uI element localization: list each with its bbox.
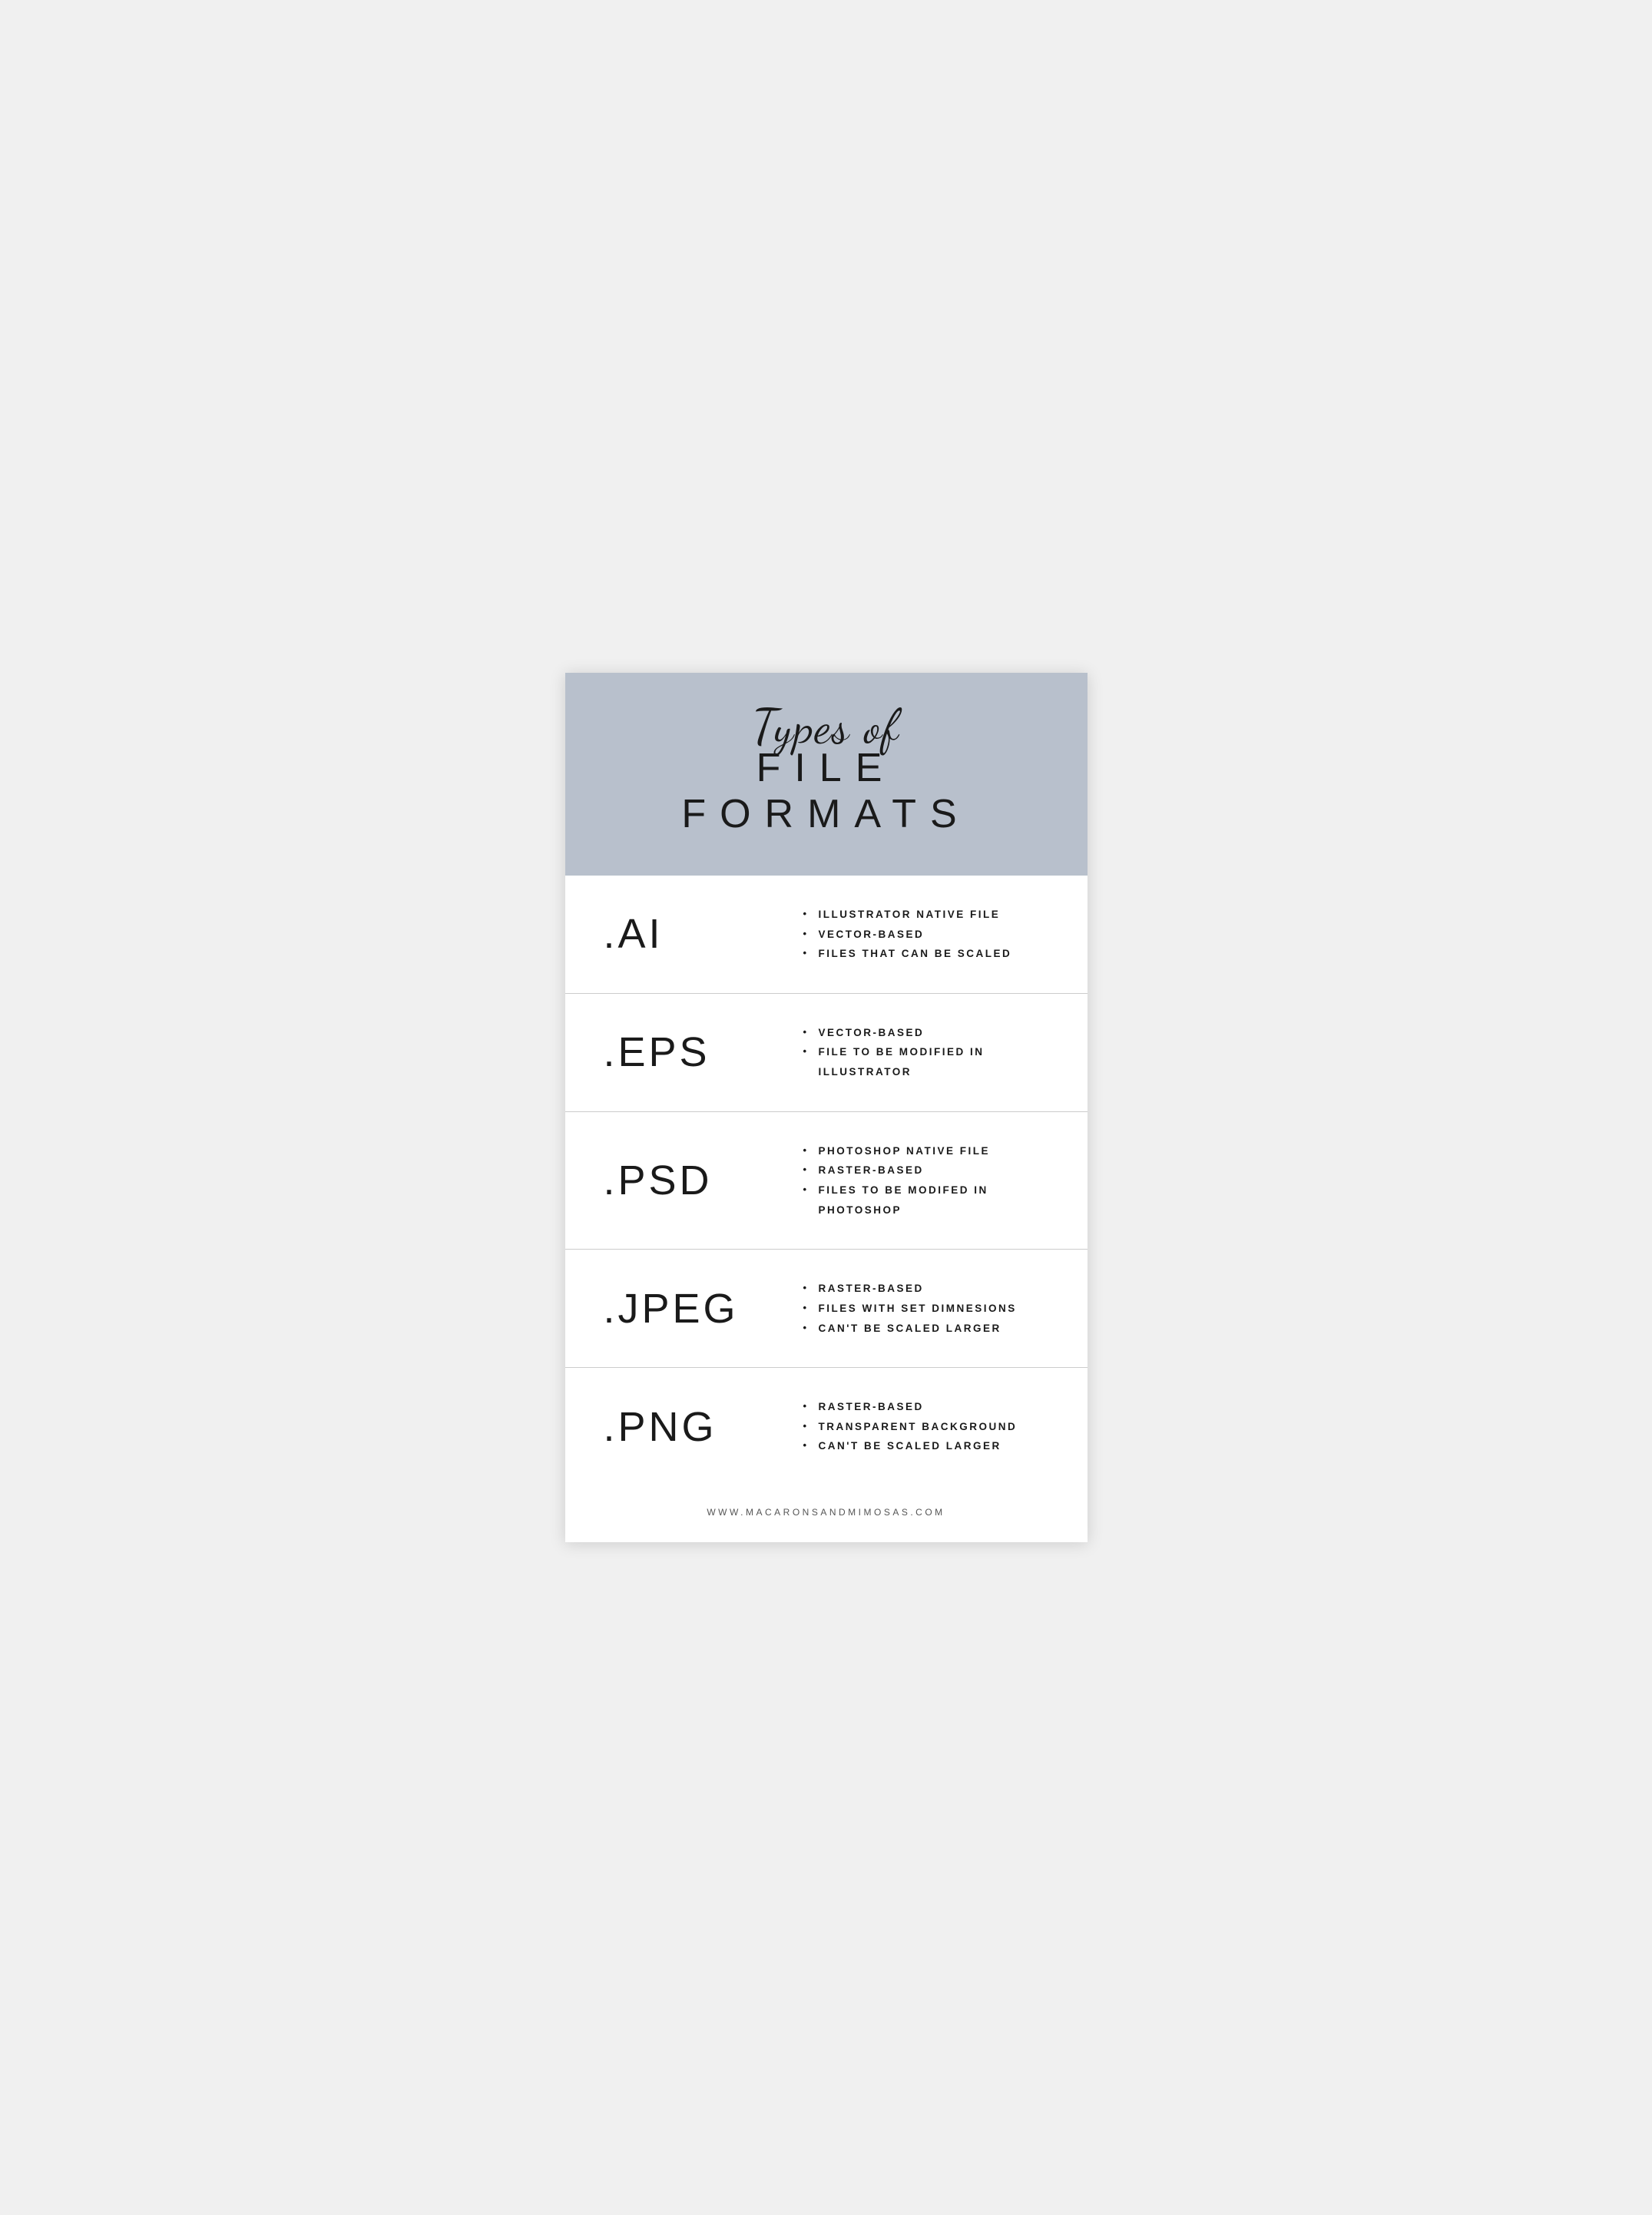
format-name: .JPEG [604, 1285, 773, 1333]
format-details: VECTOR-BASEDFILE TO BE MODIFIED IN ILLUS… [773, 1023, 1049, 1082]
header-section: Types of FILE FORMATS [565, 673, 1088, 876]
format-row: .JPEGRASTER-BASEDFILES WITH SET DIMNESIO… [565, 1250, 1088, 1368]
format-bullet: RASTER-BASED [803, 1160, 1049, 1180]
format-bullet: PHOTOSHOP NATIVE FILE [803, 1141, 1049, 1161]
format-bullet: RASTER-BASED [803, 1397, 1049, 1417]
format-details: RASTER-BASEDFILES WITH SET DIMNESIONSCAN… [773, 1279, 1049, 1338]
format-bullet: ILLUSTRATOR NATIVE FILE [803, 905, 1049, 925]
format-row: .AIILLUSTRATOR NATIVE FILEVECTOR-BASEDFI… [565, 876, 1088, 994]
header-main-title: FILE FORMATS [611, 745, 1041, 837]
format-bullet: FILE TO BE MODIFIED IN ILLUSTRATOR [803, 1042, 1049, 1081]
format-row: .PNGRASTER-BASEDTRANSPARENT BACKGROUNDCA… [565, 1368, 1088, 1485]
footer-section: www.MACARONSANDMIMOSAS.com [565, 1485, 1088, 1542]
format-name: .PNG [604, 1403, 773, 1451]
format-details: ILLUSTRATOR NATIVE FILEVECTOR-BASEDFILES… [773, 905, 1049, 964]
format-details: PHOTOSHOP NATIVE FILERASTER-BASEDFILES T… [773, 1141, 1049, 1220]
format-bullet: TRANSPARENT BACKGROUND [803, 1417, 1049, 1437]
format-row: .EPSVECTOR-BASEDFILE TO BE MODIFIED IN I… [565, 994, 1088, 1112]
main-card: Types of FILE FORMATS .AIILLUSTRATOR NAT… [565, 673, 1088, 1542]
format-name: .AI [604, 910, 773, 958]
format-name: .EPS [604, 1028, 773, 1076]
formats-list: .AIILLUSTRATOR NATIVE FILEVECTOR-BASEDFI… [565, 876, 1088, 1485]
format-bullet: CAN'T BE SCALED LARGER [803, 1436, 1049, 1456]
format-bullet: FILES TO BE MODIFED IN PHOTOSHOP [803, 1180, 1049, 1220]
format-bullet: FILES THAT CAN BE SCALED [803, 944, 1049, 964]
footer-url: www.MACARONSANDMIMOSAS.com [565, 1507, 1088, 1518]
format-bullet: CAN'T BE SCALED LARGER [803, 1319, 1049, 1339]
format-bullet: FILES WITH SET DIMNESIONS [803, 1299, 1049, 1319]
format-row: .PSDPHOTOSHOP NATIVE FILERASTER-BASEDFIL… [565, 1112, 1088, 1250]
format-bullet: VECTOR-BASED [803, 1023, 1049, 1043]
format-bullet: VECTOR-BASED [803, 925, 1049, 945]
header-script-title: Types of [611, 704, 1041, 751]
format-name: .PSD [604, 1157, 773, 1204]
format-bullet: RASTER-BASED [803, 1279, 1049, 1299]
format-details: RASTER-BASEDTRANSPARENT BACKGROUNDCAN'T … [773, 1397, 1049, 1456]
